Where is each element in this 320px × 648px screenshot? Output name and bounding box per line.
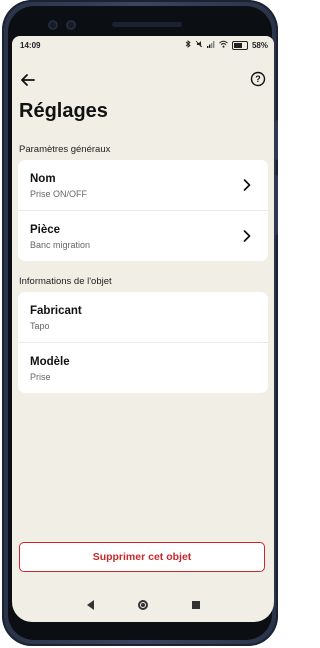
wifi-icon (219, 40, 228, 50)
row-subtitle: Banc migration (30, 240, 91, 250)
earpiece-speaker (112, 22, 182, 27)
status-icons: 58% (185, 40, 268, 50)
nav-home-icon[interactable] (137, 600, 148, 610)
row-title: Fabricant (30, 305, 82, 317)
top-bar: ? (12, 66, 274, 96)
mute-icon (195, 40, 203, 50)
app-screen: 14:09 58% ? Réglages Paramètres généraux… (12, 36, 274, 622)
status-bar: 14:09 58% (12, 36, 274, 56)
phone-frame: 14:09 58% ? Réglages Paramètres généraux… (2, 0, 278, 646)
help-icon[interactable]: ? (250, 71, 266, 87)
row-title: Modèle (30, 356, 70, 368)
status-time: 14:09 (20, 41, 41, 50)
front-camera (48, 20, 58, 30)
front-sensor (66, 20, 76, 30)
info-row-manufacturer: Fabricant Tapo (18, 292, 268, 342)
delete-object-button[interactable]: Supprimer cet objet (19, 542, 265, 572)
nav-back-icon[interactable] (86, 600, 94, 610)
volume-button (274, 120, 278, 160)
battery-percent: 58% (251, 40, 268, 50)
row-subtitle: Prise (30, 372, 51, 382)
section-label-object-info: Informations de l'objet (19, 276, 112, 287)
setting-row-name[interactable]: Nom Prise ON/OFF (18, 160, 268, 210)
chevron-right-icon (242, 178, 252, 192)
nav-recents-icon[interactable] (191, 601, 200, 609)
battery-icon (231, 40, 248, 50)
row-title: Nom (30, 173, 56, 185)
row-subtitle: Tapo (30, 321, 50, 331)
signal-icon (206, 40, 215, 50)
power-button (274, 175, 278, 235)
back-arrow-icon[interactable] (18, 70, 38, 90)
row-subtitle: Prise ON/OFF (30, 189, 88, 199)
section-label-general: Paramètres généraux (19, 144, 111, 155)
general-settings-card: Nom Prise ON/OFF Pièce Banc migration (18, 160, 268, 261)
bluetooth-icon (185, 40, 191, 50)
page-title: Réglages (19, 100, 108, 122)
svg-text:?: ? (255, 74, 261, 84)
android-nav-bar (12, 588, 274, 622)
chevron-right-icon (242, 229, 252, 243)
object-info-card: Fabricant Tapo Modèle Prise (18, 292, 268, 393)
info-row-model: Modèle Prise (18, 342, 268, 393)
setting-row-room[interactable]: Pièce Banc migration (18, 210, 268, 261)
row-title: Pièce (30, 224, 61, 236)
